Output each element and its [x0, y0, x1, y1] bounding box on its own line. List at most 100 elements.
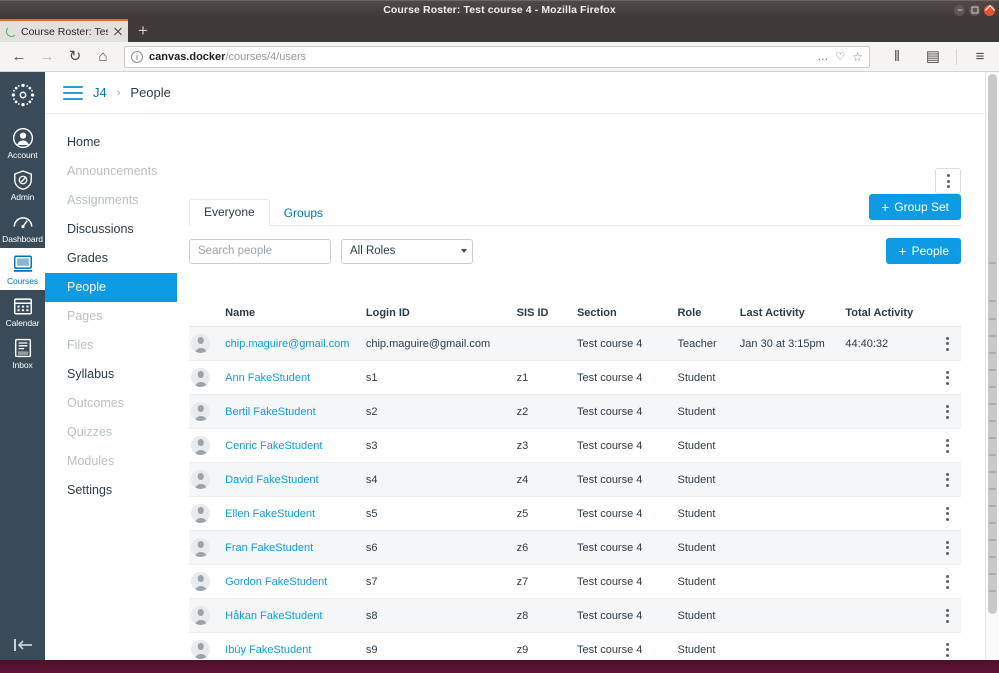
col-section[interactable]: Section	[570, 307, 672, 327]
window-titlebar: Course Roster: Test course 4 - Mozilla F…	[0, 0, 999, 18]
kebab-menu-icon	[941, 608, 955, 623]
breadcrumb-bar: J4 › People	[45, 72, 999, 114]
coursenav-item-grades[interactable]: Grades	[45, 244, 177, 273]
cell-section: Test course 4	[570, 462, 672, 497]
cell-name: Fran FakeStudent	[219, 530, 360, 565]
user-name-link[interactable]: Bertil FakeStudent	[225, 406, 316, 418]
row-menu-button[interactable]	[934, 632, 961, 660]
coursenav-item-home[interactable]: Home	[45, 128, 177, 157]
globalnav-item-courses[interactable]: Courses	[0, 248, 45, 290]
pocket-icon[interactable]: ♡	[835, 50, 845, 63]
coursenav-item-people[interactable]: People	[45, 273, 177, 302]
canvas-logo[interactable]	[8, 80, 38, 110]
user-name-link[interactable]: Gordon FakeStudent	[225, 576, 327, 588]
col-total-activity[interactable]: Total Activity	[839, 307, 935, 327]
browser-tab[interactable]: Course Roster: Test cou	[0, 19, 128, 42]
hamburger-menu-icon[interactable]: ≡	[967, 45, 993, 69]
library-icon[interactable]: ‖	[884, 45, 910, 69]
url-path: /courses/4/users	[225, 50, 307, 63]
people-filter-row: Search people All Roles + People	[189, 238, 961, 264]
row-menu-button[interactable]	[934, 428, 961, 463]
table-row: David FakeStudent s4 z4 Test course 4 Studen…	[189, 462, 961, 497]
col-role[interactable]: Role	[671, 307, 734, 327]
page-actions-icon[interactable]: …	[817, 51, 828, 63]
avatar-icon	[191, 334, 210, 353]
cell-last-activity	[733, 496, 840, 531]
coursenav-item-outcomes[interactable]: Outcomes	[45, 389, 177, 418]
coursenav-item-assignments[interactable]: Assignments	[45, 186, 177, 215]
cell-last-activity	[733, 428, 840, 463]
add-people-button[interactable]: + People	[886, 238, 961, 264]
search-input[interactable]: Search people	[189, 238, 331, 264]
close-button[interactable]	[984, 4, 995, 16]
row-menu-button[interactable]	[934, 598, 961, 633]
reload-icon[interactable]: ↻	[62, 45, 88, 69]
coursenav-item-announcements[interactable]: Announcements	[45, 157, 177, 186]
new-tab-button[interactable]: +	[128, 19, 158, 42]
coursenav-item-modules[interactable]: Modules	[45, 447, 177, 476]
cell-section: Test course 4	[570, 360, 672, 395]
page-options-menu-button[interactable]	[935, 168, 961, 194]
coursenav-item-files[interactable]: Files	[45, 331, 177, 360]
close-icon[interactable]	[112, 26, 124, 38]
coursenav-item-pages[interactable]: Pages	[45, 302, 177, 331]
url-bar[interactable]: i canvas.docker/courses/4/users … ♡ ☆	[124, 45, 870, 68]
add-people-label: People	[911, 244, 949, 258]
row-menu-button[interactable]	[934, 496, 961, 531]
col-last-activity[interactable]: Last Activity	[733, 307, 840, 327]
user-name-link[interactable]: Fran FakeStudent	[225, 542, 313, 554]
tab-groups[interactable]: Groups	[270, 201, 337, 226]
window-controls	[954, 1, 995, 19]
minimize-button[interactable]	[954, 4, 965, 16]
row-menu-button[interactable]	[934, 462, 961, 497]
cell-total-activity	[839, 564, 935, 599]
navigation-toolbar: ← → ↻ ⌂ i canvas.docker/courses/4/users …	[0, 42, 999, 72]
row-menu-button[interactable]	[934, 530, 961, 565]
globalnav-item-calendar[interactable]: Calendar	[0, 290, 45, 332]
col-sis-id[interactable]: SIS ID	[510, 307, 571, 327]
globalnav-item-inbox[interactable]: Inbox	[0, 332, 45, 374]
user-name-link[interactable]: chip.maguire@gmail.com	[225, 338, 349, 350]
globalnav-item-account[interactable]: Account	[0, 122, 45, 164]
cell-role: Student	[671, 632, 734, 660]
sidebar-icon[interactable]: ▤	[920, 45, 946, 69]
maximize-button[interactable]	[969, 4, 980, 16]
home-icon[interactable]: ⌂	[90, 45, 116, 69]
user-name-link[interactable]: David FakeStudent	[225, 474, 319, 486]
cell-section: Test course 4	[570, 394, 672, 429]
tab-everyone[interactable]: Everyone	[189, 199, 270, 226]
info-icon[interactable]: i	[131, 50, 143, 63]
kebab-menu-icon	[941, 540, 955, 555]
table-row: Ellen FakeStudent s5 z5 Test course 4 Studen…	[189, 496, 961, 531]
row-menu-button[interactable]	[934, 360, 961, 395]
row-menu-button[interactable]	[934, 564, 961, 599]
row-menu-button[interactable]	[934, 326, 961, 361]
globalnav-item-dashboard[interactable]: Dashboard	[0, 206, 45, 248]
kebab-menu-icon	[941, 438, 955, 453]
back-icon[interactable]: ←	[6, 45, 32, 69]
globalnav-item-admin[interactable]: Admin	[0, 164, 45, 206]
user-name-link[interactable]: Cenric FakeStudent	[225, 440, 322, 452]
user-name-link[interactable]: Ibúy FakeStudent	[225, 644, 311, 656]
coursenav-item-syllabus[interactable]: Syllabus	[45, 360, 177, 389]
hamburger-icon[interactable]	[63, 85, 83, 100]
coursenav-item-settings[interactable]: Settings	[45, 476, 177, 505]
bookmark-star-icon[interactable]: ☆	[852, 50, 863, 64]
page-scrollbar[interactable]	[985, 72, 999, 660]
kebab-menu-icon	[941, 370, 955, 385]
coursenav-item-discussions[interactable]: Discussions	[45, 215, 177, 244]
collapse-nav-icon[interactable]	[0, 638, 45, 652]
forward-icon[interactable]: →	[34, 45, 60, 69]
breadcrumb-course[interactable]: J4	[93, 85, 107, 100]
avatar-icon	[191, 640, 210, 659]
role-filter-select[interactable]: All Roles	[341, 238, 473, 264]
row-menu-button[interactable]	[934, 394, 961, 429]
table-row: Fran FakeStudent s6 z6 Test course 4 Student	[189, 530, 961, 565]
user-name-link[interactable]: Ann FakeStudent	[225, 372, 310, 384]
user-name-link[interactable]: Håkan FakeStudent	[225, 610, 322, 622]
add-group-set-button[interactable]: + Group Set	[869, 194, 961, 220]
coursenav-item-quizzes[interactable]: Quizzes	[45, 418, 177, 447]
col-login-id[interactable]: Login ID	[359, 307, 511, 327]
user-name-link[interactable]: Ellen FakeStudent	[225, 508, 315, 520]
col-name[interactable]: Name	[219, 307, 360, 327]
